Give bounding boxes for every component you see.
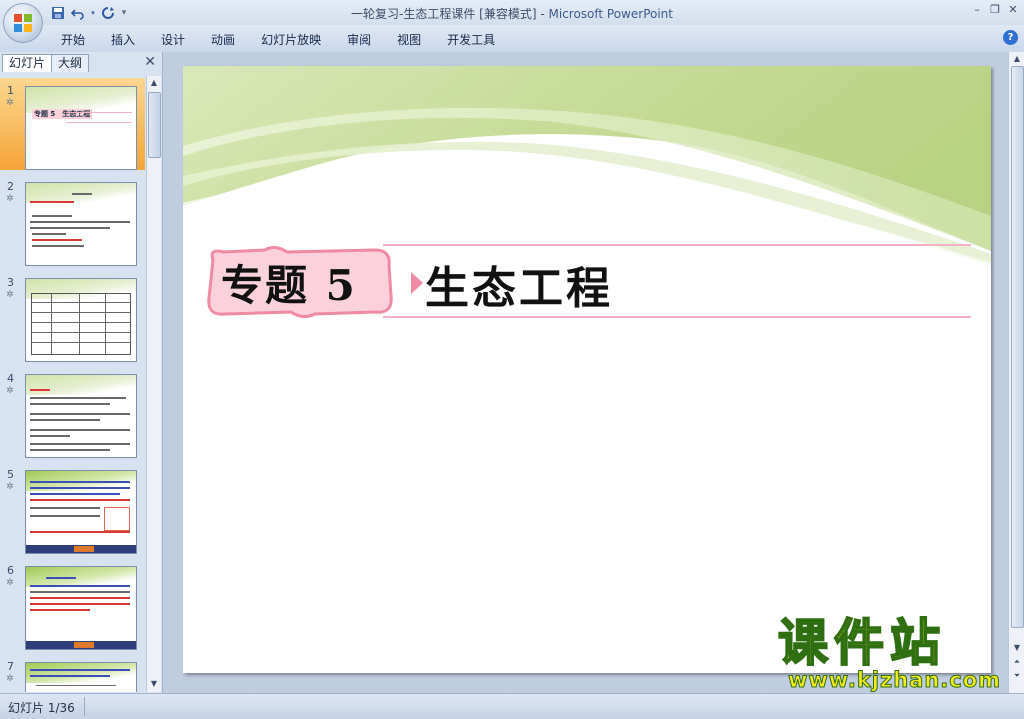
watermark-logo: 课件站 www.kjzhan.com — [770, 614, 1010, 694]
restore-icon[interactable]: ❐ — [988, 2, 1002, 16]
slide-thumbnail[interactable]: 专题 5 生态工程 — [25, 86, 137, 170]
tab-developer[interactable]: 开发工具 — [434, 31, 508, 48]
tab-design[interactable]: 设计 — [148, 31, 198, 48]
slide-thumbnail[interactable] — [25, 374, 137, 458]
editor-scrollbar[interactable]: ▲ ▼ ⏶ ⏷ — [1008, 52, 1024, 693]
tab-animations[interactable]: 动画 — [198, 31, 248, 48]
scroll-down-icon[interactable]: ▼ — [1011, 642, 1023, 654]
slide-thumb-row[interactable]: 6 ✲ — [0, 558, 145, 650]
tab-slideshow[interactable]: 幻灯片放映 — [248, 31, 334, 48]
panel-tabs: 幻灯片 大纲 — [2, 54, 90, 72]
next-slide-icon[interactable]: ⏷ — [1011, 670, 1023, 682]
title-arrow-icon — [411, 272, 423, 294]
close-icon[interactable]: ✕ — [1006, 2, 1020, 16]
slide-editor: 专题 5 生态工程 — [163, 52, 1008, 693]
scroll-up-icon[interactable]: ▲ — [148, 77, 160, 89]
transition-icon: ✲ — [6, 290, 14, 300]
watermark-text: 课件站 — [777, 614, 946, 672]
minimize-icon[interactable]: – — [970, 2, 984, 16]
close-panel-icon[interactable]: ✕ — [144, 54, 156, 70]
document-title: 一轮复习-生态工程课件 [兼容模式] - — [351, 7, 549, 21]
slide-thumb-row[interactable]: 7 ✲ — [0, 654, 145, 692]
slide-number: 5 — [7, 468, 14, 481]
slide-number: 6 — [7, 564, 14, 577]
slide-title-number: 专题 5 — [221, 261, 357, 310]
slide-thumb-title: 专题 5 生态工程 — [32, 109, 93, 119]
scrollbar-thumb[interactable] — [148, 92, 161, 158]
status-bar: 幻灯片 1/36 — [0, 693, 1024, 719]
transition-icon: ✲ — [6, 386, 14, 396]
scroll-up-icon[interactable]: ▲ — [1011, 53, 1023, 65]
scrollbar-thumb[interactable] — [1011, 66, 1024, 628]
slide-thumb-row[interactable]: 4 ✲ — [0, 366, 145, 458]
slide-thumb-row[interactable]: 3 ✲ — [0, 270, 145, 362]
tab-slides[interactable]: 幻灯片 — [2, 54, 53, 72]
slide-number: 4 — [7, 372, 14, 385]
title-bar: ▾ ▾ 一轮复习-生态工程课件 [兼容模式] - Microsoft Power… — [0, 0, 1024, 25]
slide-thumb-row[interactable]: 1 ✲ 专题 5 生态工程 — [0, 78, 145, 170]
ribbon: 开始 插入 设计 动画 幻灯片放映 审阅 视图 开发工具 ? — [0, 25, 1024, 53]
transition-icon: ✲ — [6, 98, 14, 108]
tab-home[interactable]: 开始 — [48, 31, 98, 48]
office-button[interactable] — [3, 3, 43, 43]
slide-background — [183, 66, 991, 318]
slide-thumbnail[interactable] — [25, 182, 137, 266]
status-separator — [84, 697, 85, 716]
tab-review[interactable]: 审阅 — [334, 31, 384, 48]
slide-number: 3 — [7, 276, 14, 289]
scroll-down-icon[interactable]: ▼ — [148, 678, 160, 690]
slide-thumbnail[interactable] — [25, 470, 137, 554]
slide-number: 7 — [7, 660, 14, 673]
slide-indicator: 幻灯片 1/36 — [8, 701, 75, 715]
office-button-icon — [14, 14, 32, 32]
slides-scrollbar[interactable]: ▲ ▼ — [146, 76, 161, 692]
app-name: Microsoft PowerPoint — [548, 7, 673, 21]
slide-thumb-row[interactable]: 2 ✲ — [0, 174, 145, 266]
slide-thumbnail[interactable] — [25, 278, 137, 362]
slide-thumb-row[interactable]: 5 ✲ — [0, 462, 145, 554]
transition-icon: ✲ — [6, 578, 14, 588]
slide-number: 1 — [7, 84, 14, 97]
transition-icon: ✲ — [6, 674, 14, 684]
slide-number: 2 — [7, 180, 14, 193]
slide-thumbnail[interactable] — [25, 662, 137, 692]
tab-view[interactable]: 视图 — [384, 31, 434, 48]
ribbon-tabs: 开始 插入 设计 动画 幻灯片放映 审阅 视图 开发工具 — [48, 31, 508, 48]
watermark-url: www.kjzhan.com — [787, 668, 1002, 693]
window-controls: – ❐ ✕ — [970, 2, 1020, 16]
slide-canvas[interactable]: 专题 5 生态工程 — [183, 66, 991, 673]
window-title: 一轮复习-生态工程课件 [兼容模式] - Microsoft PowerPoin… — [0, 5, 1024, 22]
transition-icon: ✲ — [6, 482, 14, 492]
slide-thumbnail[interactable] — [25, 566, 137, 650]
transition-icon: ✲ — [6, 194, 14, 204]
previous-slide-icon[interactable]: ⏶ — [1011, 656, 1023, 668]
slide-title[interactable]: 生态工程 — [425, 252, 613, 316]
tab-insert[interactable]: 插入 — [98, 31, 148, 48]
slides-panel: 幻灯片 大纲 ✕ 1 ✲ 专题 5 生态工程 2 ✲ 3 ✲ 4 ✲ 5 ✲ 6… — [0, 52, 163, 693]
help-icon[interactable]: ? — [1003, 30, 1018, 45]
tab-outline[interactable]: 大纲 — [51, 54, 90, 72]
slide-thumbnails: 1 ✲ 专题 5 生态工程 2 ✲ 3 ✲ 4 ✲ 5 ✲ 6 ✲ 7 ✲ — [0, 76, 145, 692]
